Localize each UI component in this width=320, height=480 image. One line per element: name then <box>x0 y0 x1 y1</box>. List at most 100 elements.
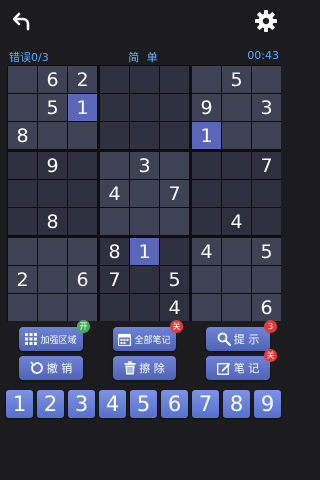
number-key-6[interactable]: 6 <box>161 390 188 418</box>
board-cell[interactable]: 3 <box>130 152 159 179</box>
board-cell[interactable]: 9 <box>192 94 221 121</box>
board-cell[interactable] <box>68 208 97 235</box>
board-cell[interactable] <box>130 122 159 149</box>
board-cell[interactable]: 1 <box>192 122 221 149</box>
board-cell[interactable]: 8 <box>8 122 37 149</box>
number-key-1[interactable]: 1 <box>6 390 33 418</box>
board-cell[interactable] <box>252 122 281 149</box>
board-cell[interactable] <box>130 94 159 121</box>
board-cell[interactable] <box>8 238 37 265</box>
board-cell[interactable]: 7 <box>160 180 189 207</box>
board-cell[interactable]: 8 <box>100 238 129 265</box>
board-cell[interactable] <box>252 180 281 207</box>
number-key-2[interactable]: 2 <box>37 390 64 418</box>
board-cell[interactable] <box>38 122 67 149</box>
board-cell[interactable] <box>160 208 189 235</box>
board-cell[interactable]: 4 <box>160 294 189 321</box>
number-key-4[interactable]: 4 <box>99 390 126 418</box>
board-cell[interactable] <box>100 152 129 179</box>
gear-icon[interactable] <box>253 8 279 34</box>
board-cell[interactable] <box>252 208 281 235</box>
board-cell[interactable] <box>68 238 97 265</box>
board-cell[interactable] <box>68 180 97 207</box>
board-cell[interactable]: 4 <box>100 180 129 207</box>
board-cell[interactable]: 4 <box>192 238 221 265</box>
erase-button[interactable]: 擦 除 <box>113 356 176 380</box>
number-key-8[interactable]: 8 <box>223 390 250 418</box>
board-cell[interactable] <box>222 152 251 179</box>
board-cell[interactable] <box>192 152 221 179</box>
board-cell[interactable]: 5 <box>38 94 67 121</box>
all-notes-button[interactable]: 全部笔记 关 <box>113 320 183 351</box>
board-cell[interactable] <box>8 66 37 93</box>
board-cell[interactable] <box>192 208 221 235</box>
highlight-area-button[interactable]: 加强区域 开 <box>19 320 90 351</box>
board-cell[interactable] <box>38 238 67 265</box>
board-cell[interactable] <box>68 294 97 321</box>
board-cell[interactable]: 1 <box>130 238 159 265</box>
board-cell[interactable] <box>160 152 189 179</box>
notes-button[interactable]: 笔 记 关 <box>206 349 277 380</box>
board-cell[interactable]: 6 <box>68 266 97 293</box>
board-cell[interactable] <box>130 208 159 235</box>
board-cell[interactable] <box>222 266 251 293</box>
board-cell[interactable] <box>130 180 159 207</box>
board-cell[interactable]: 5 <box>252 238 281 265</box>
board-cell[interactable]: 6 <box>252 294 281 321</box>
board-cell[interactable]: 5 <box>222 66 251 93</box>
board-cell[interactable] <box>100 122 129 149</box>
board-cell[interactable]: 4 <box>222 208 251 235</box>
board-cell[interactable] <box>38 294 67 321</box>
number-key-5[interactable]: 5 <box>130 390 157 418</box>
highlight-area-label: 加强区域 <box>40 335 77 346</box>
board-cell[interactable] <box>160 122 189 149</box>
board-cell[interactable] <box>222 294 251 321</box>
board-cell[interactable] <box>252 66 281 93</box>
undo-button[interactable]: 撤 销 <box>19 356 83 380</box>
board-cell[interactable] <box>100 66 129 93</box>
board-cell[interactable] <box>100 94 129 121</box>
board-cell[interactable] <box>160 66 189 93</box>
number-key-9[interactable]: 9 <box>254 390 281 418</box>
board-cell[interactable] <box>252 266 281 293</box>
board-cell[interactable] <box>8 208 37 235</box>
board-cell[interactable] <box>160 94 189 121</box>
board-cell[interactable] <box>160 238 189 265</box>
board-cell[interactable] <box>222 122 251 149</box>
board-cell[interactable]: 1 <box>68 94 97 121</box>
board-cell[interactable]: 8 <box>38 208 67 235</box>
board-cell[interactable] <box>8 294 37 321</box>
board-cell[interactable]: 7 <box>100 266 129 293</box>
board-cell[interactable]: 3 <box>252 94 281 121</box>
board-cell[interactable] <box>38 266 67 293</box>
undo-arrow-icon[interactable] <box>9 8 35 34</box>
number-key-3[interactable]: 3 <box>68 390 95 418</box>
board-cell[interactable]: 7 <box>252 152 281 179</box>
board-cell[interactable] <box>192 294 221 321</box>
board-cell[interactable]: 5 <box>160 266 189 293</box>
number-key-7[interactable]: 7 <box>192 390 219 418</box>
board-cell[interactable] <box>130 294 159 321</box>
board-cell[interactable] <box>192 180 221 207</box>
board-cell[interactable] <box>8 152 37 179</box>
board-cell[interactable] <box>222 238 251 265</box>
board-cell[interactable]: 2 <box>68 66 97 93</box>
board-cell[interactable] <box>192 266 221 293</box>
board-cell[interactable] <box>100 208 129 235</box>
board-cell[interactable] <box>8 94 37 121</box>
board-cell[interactable] <box>130 66 159 93</box>
board-cell[interactable] <box>100 294 129 321</box>
board-cell[interactable] <box>130 266 159 293</box>
board-cell[interactable]: 9 <box>38 152 67 179</box>
board-cell[interactable] <box>192 66 221 93</box>
board-cell[interactable] <box>8 180 37 207</box>
board-cell[interactable]: 6 <box>38 66 67 93</box>
hint-button[interactable]: 提 示 3 <box>206 320 277 351</box>
board-cell[interactable] <box>68 122 97 149</box>
board-cell[interactable] <box>38 180 67 207</box>
notes-label: 笔 记 <box>233 362 260 375</box>
board-cell[interactable] <box>222 94 251 121</box>
board-cell[interactable]: 2 <box>8 266 37 293</box>
board-cell[interactable] <box>222 180 251 207</box>
board-cell[interactable] <box>68 152 97 179</box>
